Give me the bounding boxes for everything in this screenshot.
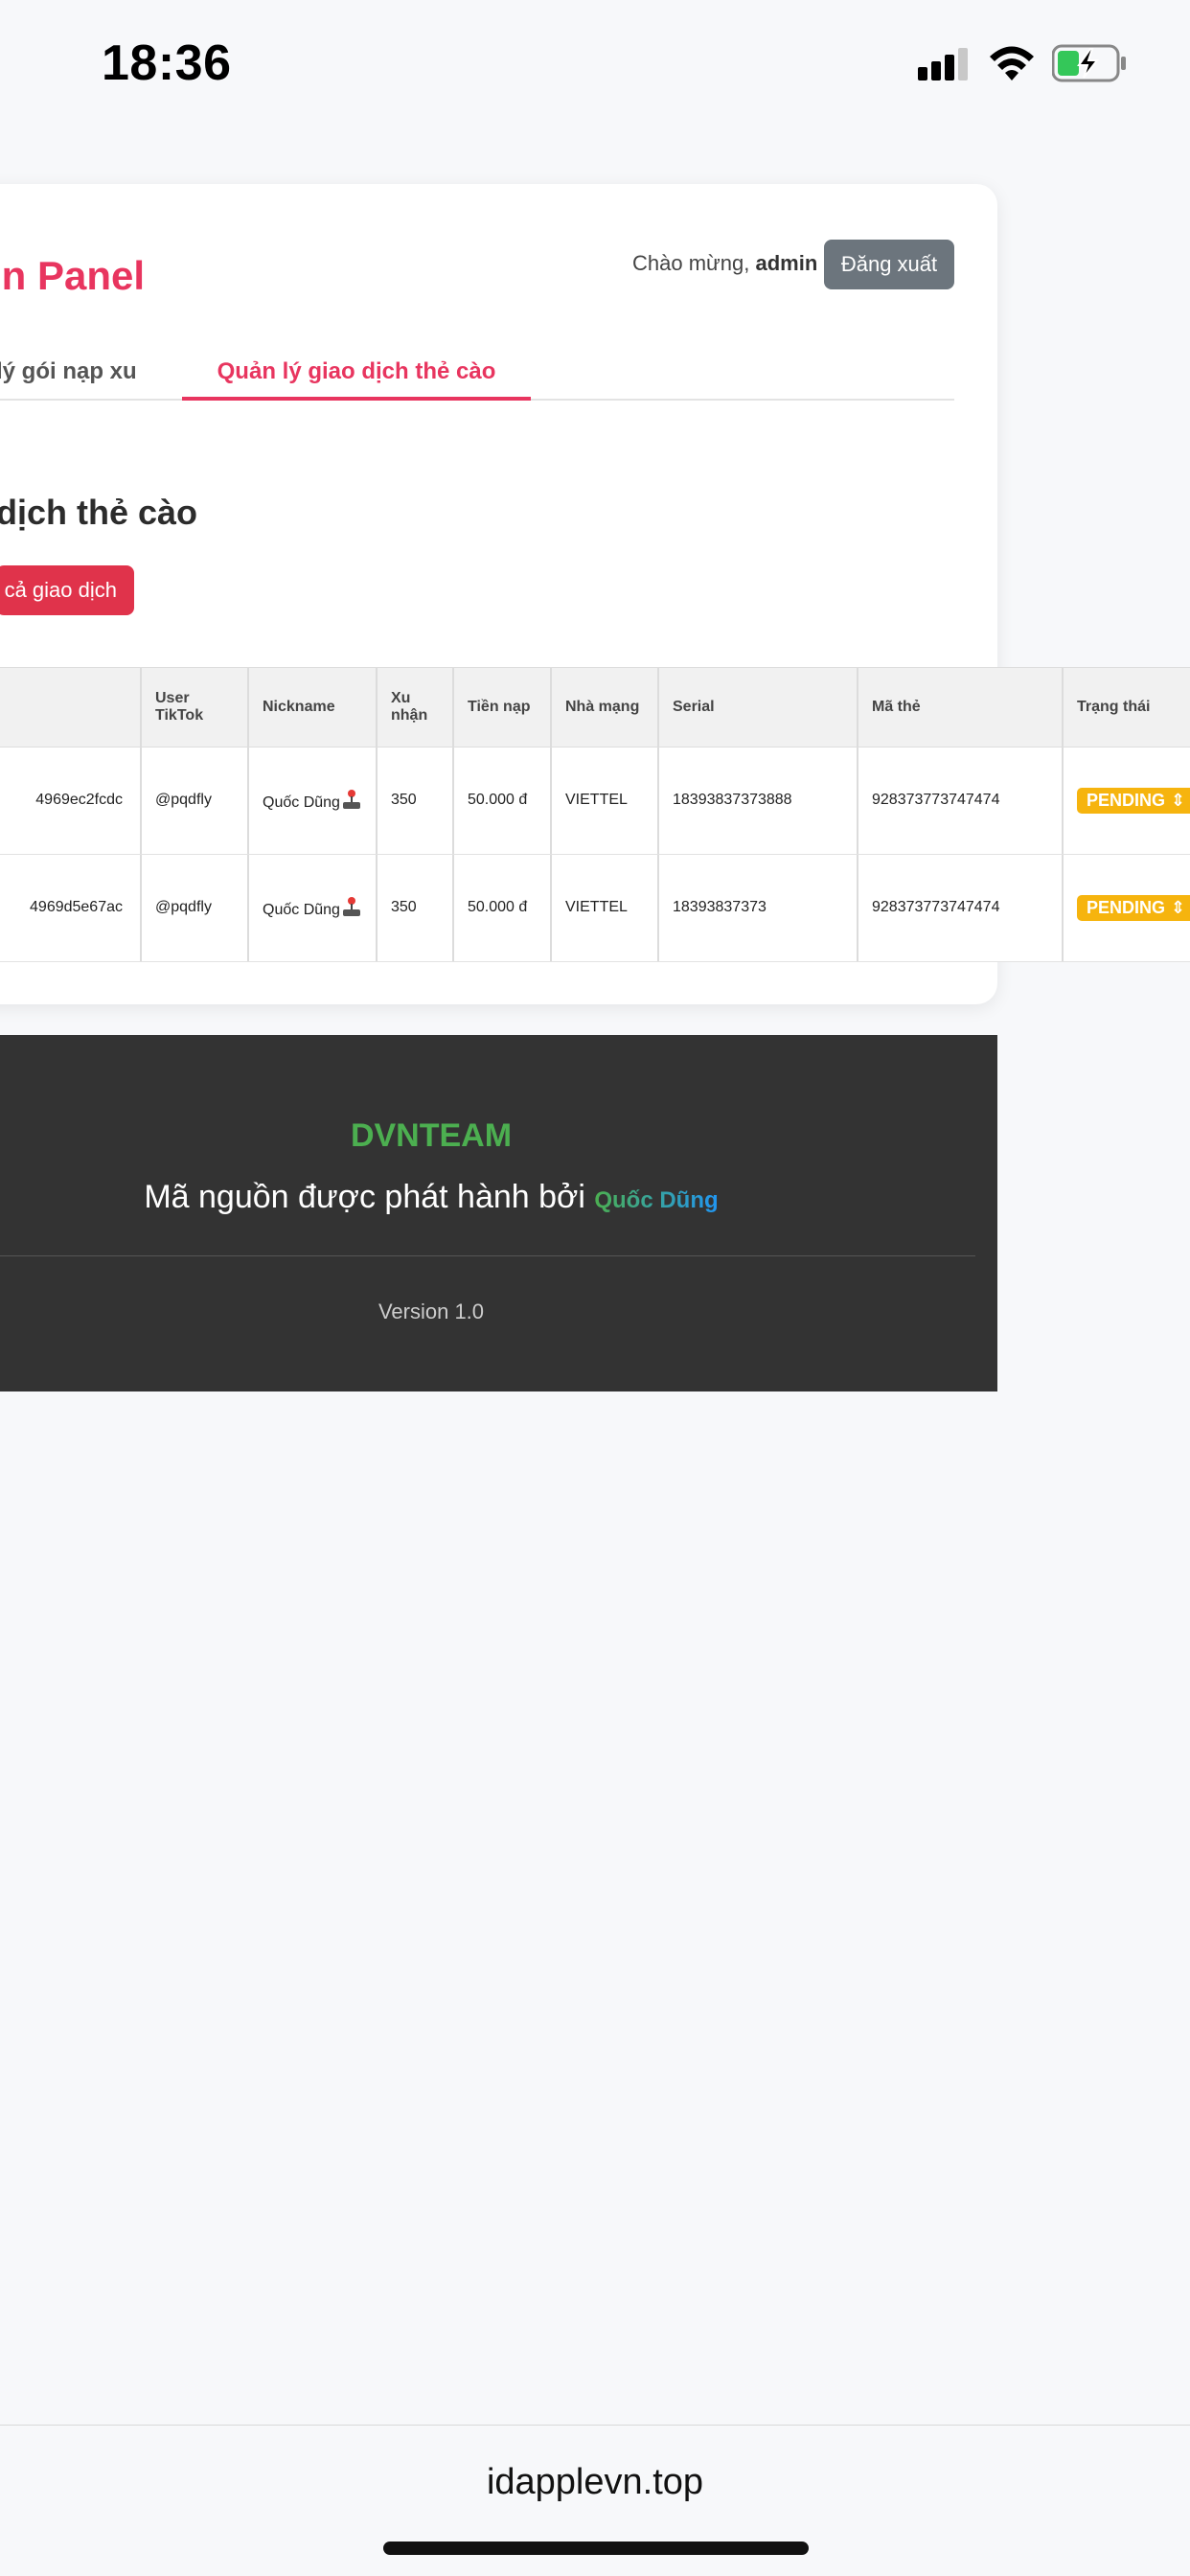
cell-id: 4969d5e67ac bbox=[30, 899, 123, 916]
welcome-prefix: Chào mừng, bbox=[632, 251, 756, 275]
cell-nickname: Quốc Dũng bbox=[247, 855, 376, 961]
cellular-signal-icon bbox=[918, 48, 968, 80]
cell-card-code: 928373773747474 bbox=[857, 855, 1062, 961]
nickname-text: Quốc Dũng bbox=[263, 902, 340, 919]
cell-nickname: Quốc Dũng bbox=[247, 748, 376, 854]
table-row: 4969ec2fcdc @pqdfly Quốc Dũng 350 50.000… bbox=[0, 748, 1190, 855]
footer-credit-text: Mã nguồn được phát hành bởi bbox=[144, 1179, 595, 1215]
tab-bar: lý gói nạp xu Quản lý giao dịch thẻ cào bbox=[0, 345, 954, 401]
header-serial: Serial bbox=[657, 668, 857, 747]
cell-card-code: 928373773747474 bbox=[857, 748, 1062, 854]
logout-button[interactable]: Đăng xuất bbox=[824, 240, 954, 289]
table-header-row: User TikTok Nickname Xu nhận Tiền nạp Nh… bbox=[0, 667, 1190, 748]
cell-amount: 50.000 đ bbox=[452, 855, 550, 961]
cell-status: PENDING ⇕ bbox=[1062, 855, 1190, 961]
joystick-emoji-icon bbox=[342, 790, 360, 810]
status-badge-label: PENDING bbox=[1087, 791, 1166, 811]
header-xu: Xu nhận bbox=[376, 668, 452, 747]
section-title: dịch thẻ cào bbox=[0, 493, 198, 532]
cell-xu: 350 bbox=[376, 855, 452, 961]
cell-serial: 18393837373888 bbox=[657, 748, 857, 854]
cell-carrier: VIETTEL bbox=[550, 748, 657, 854]
footer-brand: DVNTEAM bbox=[350, 1117, 513, 1154]
header-status: Trạng thái bbox=[1062, 668, 1190, 747]
status-bar: 18:36 bbox=[0, 0, 1190, 134]
cell-carrier: VIETTEL bbox=[550, 855, 657, 961]
tab-card-transactions[interactable]: Quản lý giao dịch thẻ cào bbox=[182, 345, 531, 401]
footer-author-link[interactable]: Quốc Dũng bbox=[594, 1187, 718, 1213]
header-user-tiktok: User TikTok bbox=[140, 668, 247, 747]
cell-user: @pqdfly bbox=[140, 855, 247, 961]
header-id bbox=[0, 668, 140, 747]
status-badge[interactable]: PENDING ⇕ bbox=[1077, 788, 1190, 814]
cell-serial: 18393837373 bbox=[657, 855, 857, 961]
status-badge-label: PENDING bbox=[1087, 898, 1166, 918]
chevron-updown-icon: ⇕ bbox=[1171, 898, 1186, 918]
cell-status: PENDING ⇕ bbox=[1062, 748, 1190, 854]
username: admin bbox=[755, 251, 818, 275]
footer-version: Version 1.0 bbox=[378, 1300, 485, 1323]
site-footer: DVNTEAM Mã nguồn được phát hành bởi Quốc… bbox=[0, 1035, 997, 1392]
nickname-text: Quốc Dũng bbox=[263, 794, 340, 812]
header-card-code: Mã thẻ bbox=[857, 668, 1062, 747]
page-title: in Panel bbox=[0, 253, 146, 298]
status-time: 18:36 bbox=[102, 35, 232, 91]
cell-amount: 50.000 đ bbox=[452, 748, 550, 854]
joystick-emoji-icon bbox=[342, 897, 360, 917]
cell-id: 4969ec2fcdc bbox=[35, 792, 123, 809]
delete-all-transactions-button[interactable]: cả giao dịch bbox=[0, 565, 134, 615]
wifi-icon bbox=[990, 46, 1034, 80]
home-indicator[interactable] bbox=[383, 2542, 809, 2555]
header-nickname: Nickname bbox=[247, 668, 376, 747]
footer-credit: Mã nguồn được phát hành bởi Quốc Dũng bbox=[0, 1179, 862, 1216]
cell-user: @pqdfly bbox=[140, 748, 247, 854]
cell-xu: 350 bbox=[376, 748, 452, 854]
url-text[interactable]: idapplevn.top bbox=[0, 2462, 1190, 2503]
header-amount: Tiền nạp bbox=[452, 668, 550, 747]
header-carrier: Nhà mạng bbox=[550, 668, 657, 747]
footer-divider bbox=[0, 1255, 975, 1256]
battery-charging-icon bbox=[1052, 44, 1126, 82]
table-row: 4969d5e67ac @pqdfly Quốc Dũng 350 50.000… bbox=[0, 855, 1190, 962]
tab-package-management[interactable]: lý gói nạp xu bbox=[0, 345, 137, 401]
status-badge[interactable]: PENDING ⇕ bbox=[1077, 895, 1190, 921]
chevron-updown-icon: ⇕ bbox=[1171, 791, 1186, 811]
welcome-text: Chào mừng, admin bbox=[632, 251, 817, 276]
